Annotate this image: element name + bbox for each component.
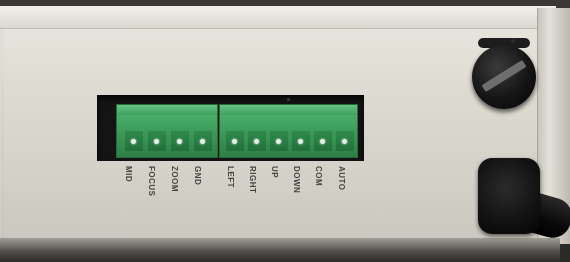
terminal-label-down: DOWN — [292, 166, 301, 194]
pin-screw-left — [232, 139, 237, 144]
terminal-label-left: LEFT — [226, 166, 235, 188]
control-knob-icon[interactable] — [472, 45, 536, 109]
terminal-label-auto: AUTO — [337, 166, 346, 191]
cable-grommet-icon — [478, 158, 540, 234]
terminal-label-gnd: GND — [193, 166, 202, 186]
panel-bottom-edge — [0, 238, 560, 262]
terminal-ridge — [220, 105, 357, 115]
terminal-label-up: UP — [270, 166, 279, 179]
terminal-label-mid: MID — [124, 166, 133, 183]
terminal-block-right[interactable] — [219, 104, 358, 158]
pin-screw-gnd — [200, 139, 205, 144]
terminal-label-com: COM — [314, 166, 323, 187]
pin-screw-auto — [342, 139, 347, 144]
pin-screw-focus — [154, 139, 159, 144]
terminal-ridge — [117, 105, 217, 115]
pin-screw-down — [298, 139, 303, 144]
pin-screw-mid — [131, 139, 136, 144]
panel-top-lip — [0, 6, 556, 29]
knob-slot — [481, 59, 527, 93]
pin-screw-zoom — [177, 139, 182, 144]
knob-top-dot — [511, 39, 515, 43]
terminal-label-zoom: ZOOM — [170, 166, 179, 192]
pin-screw-com — [320, 139, 325, 144]
terminal-label-focus: FOCUS — [147, 166, 156, 197]
terminal-label-right: RIGHT — [248, 166, 257, 194]
terminal-block-left[interactable] — [116, 104, 218, 158]
recess-marker-dot — [287, 98, 290, 101]
device-rear-panel-scene: MID FOCUS ZOOM GND LEFT RIGHT UP DOWN CO… — [0, 0, 570, 262]
pin-screw-up — [276, 139, 281, 144]
pin-screw-right — [254, 139, 259, 144]
